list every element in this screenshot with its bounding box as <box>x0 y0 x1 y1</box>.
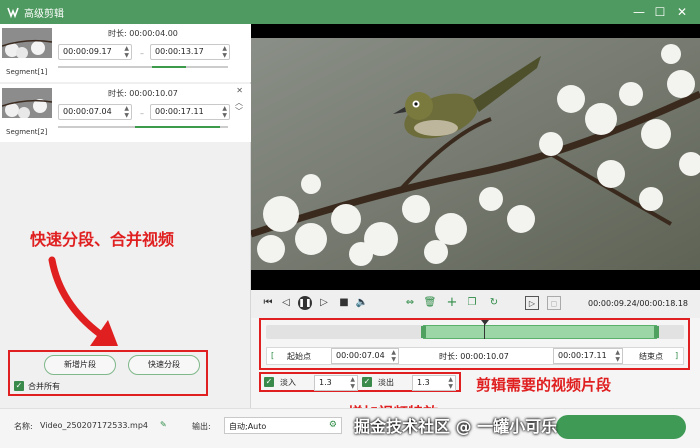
mark-out-icon[interactable]: ◻ <box>547 296 561 310</box>
range-end-field[interactable]: 00:00:17.11 ▲ ▼ <box>553 348 623 364</box>
move-down-icon[interactable]: ﹀ <box>235 106 243 117</box>
video-preview[interactable] <box>251 24 700 290</box>
merge-all-checkbox[interactable]: ✓ <box>14 381 24 391</box>
annotation-arrow-icon <box>48 256 118 346</box>
segment-thumbnail <box>2 28 52 58</box>
segment-duration: 时长: 00:00:10.07 <box>108 89 178 98</box>
export-button[interactable] <box>556 415 686 439</box>
stepper-icon: ▲ ▼ <box>222 105 227 119</box>
stop-icon[interactable]: ■ <box>337 296 351 310</box>
minimize-icon[interactable]: — <box>630 3 648 21</box>
playback-time: 00:00:09.24/00:00:18.18 <box>588 299 688 308</box>
selection-end-handle[interactable] <box>654 326 659 338</box>
merge-all-label: 合并所有 <box>28 382 60 391</box>
bracket-open-icon: [ <box>271 351 275 360</box>
refresh-icon[interactable]: ↻ <box>487 296 501 310</box>
step-back-icon[interactable]: ◁ <box>279 296 293 310</box>
output-label: 输出: <box>192 422 211 431</box>
video-frame-image <box>251 24 700 290</box>
fade-out-field[interactable]: 1.3 ▲ ▼ <box>412 375 456 391</box>
stepper-icon: ▲ ▼ <box>124 105 129 119</box>
segment-thumbnail <box>2 88 52 118</box>
add-icon[interactable]: + <box>445 296 459 310</box>
stepper-icon: ▲ ▼ <box>615 349 620 363</box>
close-icon[interactable]: ✕ <box>673 3 691 21</box>
mark-in-icon[interactable]: ▷ <box>525 296 539 310</box>
segment-start-field[interactable]: 00:00:07.04 ▲ ▼ <box>58 104 132 120</box>
step-forward-icon[interactable]: ▷ <box>317 296 331 310</box>
annotation-clip-needed: 剪辑需要的视频片段 <box>476 376 612 394</box>
selection-start-handle[interactable] <box>421 326 426 338</box>
quick-split-button[interactable]: 快速分段 <box>128 355 200 375</box>
player-toolbar: ⏮ ◁ ❚❚ ▷ ■ 🔈 ⇔ 🗑 + ❐ ↻ ▷ ◻ 00:00:09.24/0… <box>251 290 700 318</box>
split-icon[interactable]: ⇔ <box>403 296 417 310</box>
range-start-field[interactable]: 00:00:07.04 ▲ ▼ <box>331 348 399 364</box>
end-point-button[interactable]: 结束点 <box>639 351 663 362</box>
stepper-icon: ▲ ▼ <box>222 45 227 59</box>
segment-progress <box>58 66 228 68</box>
settings-gear-icon[interactable]: ⚙ <box>329 420 337 430</box>
volume-icon[interactable]: 🔈 <box>355 296 369 310</box>
segment-panel: Segment[1] 时长: 00:00:04.00 00:00:09.17 ▲… <box>0 24 251 408</box>
timeline-track[interactable] <box>266 320 684 339</box>
start-point-button[interactable]: 起始点 <box>287 351 311 362</box>
fade-out-label: 淡出 <box>378 378 394 387</box>
segment-item-2[interactable]: Segment[2] 时长: 00:00:10.07 00:00:07.04 ▲… <box>0 84 251 142</box>
timeline-selection[interactable] <box>423 325 657 339</box>
segment-label: Segment[2] <box>6 128 48 136</box>
app-logo-icon <box>7 7 19 19</box>
remove-segment-icon[interactable]: ✕ <box>236 86 243 95</box>
window-title: 高级剪辑 <box>24 9 64 20</box>
range-dash: – <box>140 49 144 58</box>
segment-label: Segment[1] <box>6 68 48 76</box>
segment-progress <box>58 126 228 128</box>
output-select[interactable]: 自动;Auto ⚙ <box>224 417 342 434</box>
name-label: 名称: <box>14 422 33 431</box>
pause-icon[interactable]: ❚❚ <box>298 296 312 310</box>
segment-duration: 时长: 00:00:04.00 <box>108 29 178 38</box>
playhead-marker-icon <box>481 320 489 325</box>
segment-end-field[interactable]: 00:00:17.11 ▲ ▼ <box>150 104 230 120</box>
edit-name-icon[interactable]: ✎ <box>160 420 167 429</box>
title-bar: 高级剪辑 — ☐ ✕ <box>0 0 700 24</box>
file-name: Video_250207172533.mp4 <box>40 421 148 430</box>
watermark-text: 掘金技术社区 @ 一罐小可乐 <box>354 417 558 436</box>
annotation-split-merge: 快速分段、合并视频 <box>30 230 175 249</box>
go-start-icon[interactable]: ⏮ <box>261 296 275 310</box>
stepper-icon: ▲ ▼ <box>350 376 355 390</box>
delete-icon[interactable]: 🗑 <box>423 296 437 310</box>
range-row: [ 起始点 00:00:07.04 ▲ ▼ 时长: 00:00:10.07 00:… <box>266 347 684 365</box>
add-segment-button[interactable]: 新增片段 <box>44 355 116 375</box>
fade-in-label: 淡入 <box>280 378 296 387</box>
fade-out-checkbox[interactable]: ✓ <box>362 377 372 387</box>
stepper-icon: ▲ ▼ <box>124 45 129 59</box>
segment-item-1[interactable]: Segment[1] 时长: 00:00:04.00 00:00:09.17 ▲… <box>0 24 251 82</box>
bracket-close-icon: ] <box>675 351 679 360</box>
editor-window: 高级剪辑 — ☐ ✕ Segment[1] 时长: 00:00:04.00 00… <box>0 0 700 448</box>
segment-start-field[interactable]: 00:00:09.17 ▲ ▼ <box>58 44 132 60</box>
fade-in-field[interactable]: 1.3 ▲ ▼ <box>314 375 358 391</box>
stepper-icon: ▲ ▼ <box>448 376 453 390</box>
range-dash: – <box>140 109 144 118</box>
fade-in-checkbox[interactable]: ✓ <box>264 377 274 387</box>
range-duration: 时长: 00:00:10.07 <box>439 352 509 361</box>
segment-end-field[interactable]: 00:00:13.17 ▲ ▼ <box>150 44 230 60</box>
stepper-icon: ▲ ▼ <box>391 349 396 363</box>
footer-bar: 名称: Video_250207172533.mp4 ✎ 输出: 自动;Auto… <box>0 408 700 448</box>
maximize-icon[interactable]: ☐ <box>651 3 669 21</box>
copy-icon[interactable]: ❐ <box>465 296 479 310</box>
